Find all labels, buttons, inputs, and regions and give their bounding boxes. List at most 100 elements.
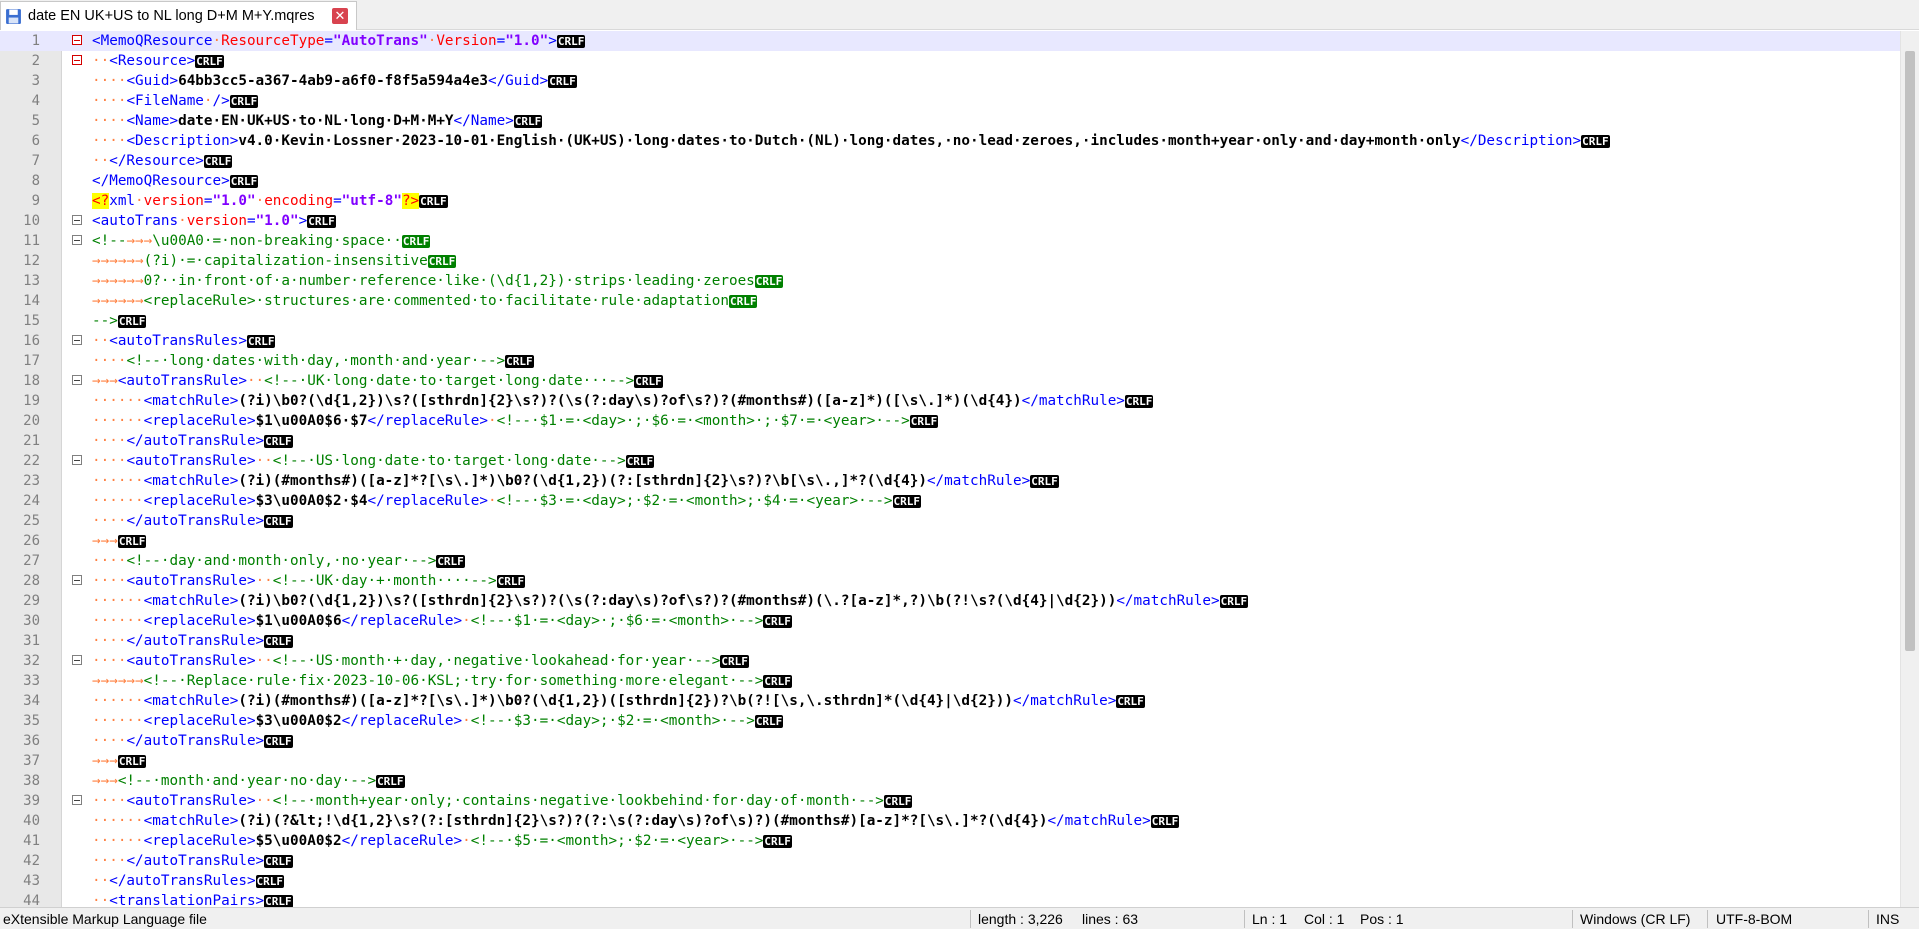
- code-line[interactable]: 14 →→→→→→<replaceRule>·structures·are·com…: [0, 291, 1900, 311]
- code-line[interactable]: 6 ····<Description>v4.0·Kevin·Lossner·202…: [0, 131, 1900, 151]
- code-line[interactable]: 4 ····<FileName·/>CRLF: [0, 91, 1900, 111]
- code-token: </matchRule>: [1021, 393, 1125, 409]
- code-token: />: [212, 93, 230, 109]
- line-content: →→→→→→<replaceRule>·structures·are·comme…: [92, 291, 758, 312]
- code-line[interactable]: 27 ····<!--·day·and·month·only,·no·year·-…: [0, 551, 1900, 571]
- code-token: <Name>: [126, 113, 179, 129]
- code-token: <!--·month+year·only;·contains·negative·…: [272, 793, 884, 809]
- line-number: 37: [23, 753, 40, 769]
- code-line[interactable]: 9 <?xml·version="1.0"·encoding="utf-8"?>C…: [0, 191, 1900, 211]
- eol-marker: CRLF: [513, 115, 543, 128]
- code-line[interactable]: 31 ····</autoTransRule>CRLF: [0, 631, 1900, 651]
- code-token: <!--·$1·=·<day>·;·$6·=·<month>·-->: [470, 613, 764, 629]
- code-line[interactable]: 17 ····<!--·long·dates·with·day,·month·an…: [0, 351, 1900, 371]
- fold-toggle-icon[interactable]: [72, 795, 82, 805]
- code-line[interactable]: 24 ······<replaceRule>$3\u00A0$2·$4</repl…: [0, 491, 1900, 511]
- code-line[interactable]: 29 ······<matchRule>(?i)\b0?(\d{1,2})\s?(…: [0, 591, 1900, 611]
- status-encoding[interactable]: UTF-8-BOM: [1716, 911, 1792, 927]
- code-token: "1.0": [212, 193, 256, 209]
- code-line[interactable]: 2 ··<Resource>CRLF: [0, 51, 1900, 71]
- code-line[interactable]: 16 ··<autoTransRules>CRLF: [0, 331, 1900, 351]
- code-token: </replaceRule>: [367, 493, 488, 509]
- code-line[interactable]: 28 ····<autoTransRule>··<!--·UK·day·+·mon…: [0, 571, 1900, 591]
- code-line[interactable]: 41 ······<replaceRule>$5\u00A0$2</replace…: [0, 831, 1900, 851]
- code-line[interactable]: 43 ··</autoTransRules>CRLF: [0, 871, 1900, 891]
- fold-toggle-icon[interactable]: [72, 575, 82, 585]
- code-line[interactable]: 40 ······<matchRule>(?i)(?&lt;!\d{1,2}\s?…: [0, 811, 1900, 831]
- line-content: ······<matchRule>(?i)(#months#)([a-z]*?[…: [92, 691, 1145, 712]
- code-line[interactable]: 1 <MemoQResource·ResourceType="AutoTrans"…: [0, 31, 1900, 51]
- code-token: <autoTransRules>: [109, 333, 247, 349]
- fold-toggle-icon[interactable]: [72, 335, 82, 345]
- code-line[interactable]: 35 ······<replaceRule>$3\u00A0$2</replace…: [0, 711, 1900, 731]
- code-line[interactable]: 18 →→→<autoTransRule>··<!--·UK·long·date·…: [0, 371, 1900, 391]
- code-line[interactable]: 11 <!--→→→\u00A0·=·non-breaking·space··CR…: [0, 231, 1900, 251]
- code-token: <autoTransRule>: [126, 653, 256, 669]
- eol-marker: CRLF: [1581, 135, 1610, 148]
- code-line[interactable]: 34 ······<matchRule>(?i)(#months#)([a-z]*…: [0, 691, 1900, 711]
- close-icon[interactable]: ✕: [332, 8, 348, 24]
- file-tab[interactable]: date EN UK+US to NL long D+M M+Y.mqres ✕: [0, 1, 357, 30]
- scrollbar-thumb[interactable]: [1905, 51, 1915, 651]
- code-line[interactable]: 5 ····<Name>date·EN·UK+US·to·NL·long·D+M·…: [0, 111, 1900, 131]
- code-line[interactable]: 22 ····<autoTransRule>··<!--·US·long·date…: [0, 451, 1900, 471]
- code-token: <replaceRule>: [143, 413, 256, 429]
- code-line[interactable]: 39 ····<autoTransRule>··<!--·month+year·o…: [0, 791, 1900, 811]
- editor-area[interactable]: 1 <MemoQResource·ResourceType="AutoTrans"…: [0, 31, 1919, 907]
- code-token: </Resource>: [109, 153, 204, 169]
- code-token: =: [246, 213, 256, 229]
- line-number: 11: [23, 233, 40, 249]
- code-line[interactable]: 21 ····</autoTransRule>CRLF: [0, 431, 1900, 451]
- code-line[interactable]: 7 ··</Resource>CRLF: [0, 151, 1900, 171]
- eol-marker: CRLF: [264, 855, 293, 868]
- code-token: ····: [92, 733, 127, 749]
- code-line[interactable]: 15 -->CRLF: [0, 311, 1900, 331]
- code-token: ······: [92, 413, 144, 429]
- code-token: </Guid>: [487, 73, 549, 89]
- line-number: 31: [23, 633, 40, 649]
- line-content: ····<autoTransRule>··<!--·US·long·date·t…: [92, 451, 655, 472]
- code-token: ·: [135, 193, 144, 209]
- code-line[interactable]: 20 ······<replaceRule>$1\u00A0$6·$7</repl…: [0, 411, 1900, 431]
- line-number: 26: [23, 533, 40, 549]
- status-col: Col : 1: [1304, 911, 1345, 927]
- line-content: ····<!--·long·dates·with·day,·month·and·…: [92, 351, 534, 372]
- code-token: <!--·Replace·rule·fix·2023-10-06·KSL;·tr…: [143, 673, 764, 689]
- code-line[interactable]: 3 ····<Guid>64bb3cc5-a367-4ab9-a6f0-f8f5a…: [0, 71, 1900, 91]
- fold-toggle-icon[interactable]: [72, 215, 82, 225]
- code-line[interactable]: 38 →→→<!--·month·and·year·no·day·-->CRLF: [0, 771, 1900, 791]
- code-line[interactable]: 30 ······<replaceRule>$1\u00A0$6</replace…: [0, 611, 1900, 631]
- code-line[interactable]: 13 →→→→→→0?··in·front·of·a·number·referen…: [0, 271, 1900, 291]
- code-line[interactable]: 19 ······<matchRule>(?i)\b0?(\d{1,2})\s?(…: [0, 391, 1900, 411]
- code-line[interactable]: 25 ····</autoTransRule>CRLF: [0, 511, 1900, 531]
- fold-toggle-icon[interactable]: [72, 455, 82, 465]
- code-line[interactable]: 42 ····</autoTransRule>CRLF: [0, 851, 1900, 871]
- code-token: </matchRule>: [926, 473, 1031, 489]
- code-line[interactable]: 10 <autoTrans·version="1.0">CRLF: [0, 211, 1900, 231]
- code-token: <MemoQResource: [92, 33, 213, 49]
- code-line[interactable]: 33 →→→→→→<!--·Replace·rule·fix·2023-10-06…: [0, 671, 1900, 691]
- fold-toggle-icon[interactable]: [72, 35, 82, 45]
- line-number: 38: [23, 773, 40, 789]
- code-line[interactable]: 8 </MemoQResource>CRLF: [0, 171, 1900, 191]
- code-line[interactable]: 23 ······<matchRule>(?i)(#months#)([a-z]*…: [0, 471, 1900, 491]
- code-line[interactable]: 44 ··<translationPairs>CRLF: [0, 891, 1900, 907]
- fold-toggle-icon[interactable]: [72, 375, 82, 385]
- line-number: 3: [31, 73, 40, 89]
- code-line[interactable]: 36 ····</autoTransRule>CRLF: [0, 731, 1900, 751]
- line-number: 22: [23, 453, 40, 469]
- fold-toggle-icon[interactable]: [72, 235, 82, 245]
- code-line[interactable]: 12 →→→→→→(?i)·=·capitalization-insensitiv…: [0, 251, 1900, 271]
- code-token: ··: [255, 653, 273, 669]
- code-line[interactable]: 37 →→→CRLF: [0, 751, 1900, 771]
- code-token: ··: [92, 53, 110, 69]
- fold-toggle-icon[interactable]: [72, 655, 82, 665]
- status-eol[interactable]: Windows (CR LF): [1580, 911, 1690, 927]
- vertical-scrollbar[interactable]: [1900, 31, 1919, 907]
- code-token: ····: [92, 453, 127, 469]
- code-line[interactable]: 32 ····<autoTransRule>··<!--·US·month·+·d…: [0, 651, 1900, 671]
- code-line[interactable]: 26 →→→CRLF: [0, 531, 1900, 551]
- fold-toggle-icon[interactable]: [72, 55, 82, 65]
- code-token: <Description>: [126, 133, 239, 149]
- code-token: <autoTransRule>: [126, 793, 256, 809]
